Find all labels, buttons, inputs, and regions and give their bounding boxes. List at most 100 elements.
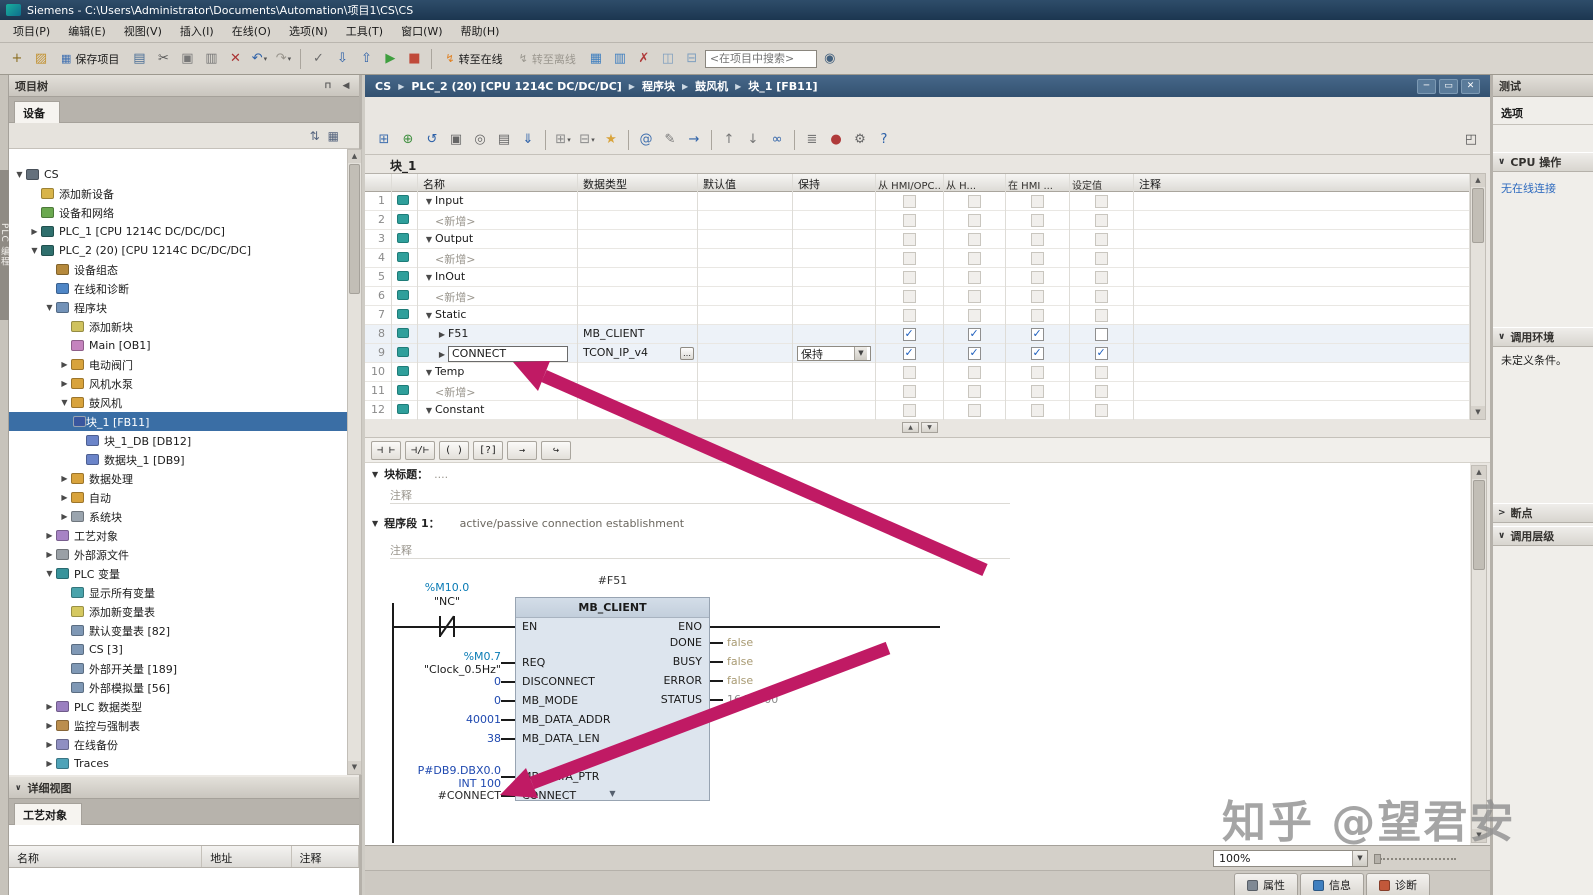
- hmi-opc-checkbox[interactable]: [902, 195, 916, 208]
- in-hmi-checkbox[interactable]: [1030, 366, 1044, 379]
- comment-cell[interactable]: [1134, 363, 1470, 382]
- interface-row-2[interactable]: 2 <新增>: [365, 211, 1470, 230]
- retain-cell[interactable]: [793, 382, 876, 401]
- interface-row-6[interactable]: 6 <新增>: [365, 287, 1470, 306]
- in-hmi-checkbox[interactable]: [1030, 346, 1044, 360]
- scroll-down-icon[interactable]: ▼: [348, 761, 361, 774]
- in-hmi-checkbox[interactable]: [1030, 404, 1044, 417]
- tree-item-cs[interactable]: ▼ CS: [9, 165, 347, 184]
- in-hmi-checkbox[interactable]: [1030, 271, 1044, 284]
- section-call-hierarchy[interactable]: ∨ 调用层级: [1493, 526, 1593, 546]
- insert-row-button[interactable]: ⊞: [373, 129, 395, 151]
- tree-item-add-new-tag-table[interactable]: 添加新变量表: [9, 602, 347, 621]
- retain-cell[interactable]: [793, 211, 876, 230]
- type-cell[interactable]: [578, 249, 698, 268]
- expander-icon[interactable]: ▶: [58, 512, 71, 521]
- snapshot-button[interactable]: ◎: [469, 129, 491, 151]
- tree-item-default-tag-table[interactable]: 默认变量表 [82]: [9, 621, 347, 640]
- scroll-down-icon[interactable]: ▼: [1472, 829, 1486, 842]
- column-header-9[interactable]: 注释: [1134, 174, 1470, 193]
- zoom-select[interactable]: 100% ▼: [1213, 850, 1368, 867]
- default-value-cell[interactable]: [698, 192, 793, 211]
- setpoint-checkbox[interactable]: [1094, 252, 1108, 265]
- type-cell[interactable]: [578, 192, 698, 211]
- comment-cell[interactable]: [1134, 211, 1470, 230]
- go-offline-button[interactable]: ↯ 转至离线: [512, 48, 583, 70]
- tree-item-block-1-fb11[interactable]: 块_1 [FB11]: [9, 412, 347, 431]
- default-value-cell[interactable]: [698, 268, 793, 287]
- copy-snapshots-button[interactable]: ▤: [493, 129, 515, 151]
- nc-contact-icon[interactable]: [453, 616, 455, 637]
- tree-item-devices-networks[interactable]: 设备和网络: [9, 203, 347, 222]
- previous-error-button[interactable]: ↑: [718, 129, 740, 151]
- expander-icon[interactable]: ▶: [43, 702, 56, 711]
- minimize-button[interactable]: ─: [1417, 78, 1436, 94]
- name-cell[interactable]: ▼ Static: [418, 306, 578, 325]
- comment-cell[interactable]: [1134, 382, 1470, 401]
- expander-icon[interactable]: ▶: [28, 227, 41, 236]
- goto-button[interactable]: →: [683, 129, 705, 151]
- tree-item-online-diagnostics[interactable]: 在线和诊断: [9, 279, 347, 298]
- interface-row-8[interactable]: 8 ▶ F51 MB_CLIENT: [365, 325, 1470, 344]
- tree-item-plc-tags[interactable]: ▼ PLC 变量: [9, 564, 347, 583]
- expander-icon[interactable]: ▼: [28, 246, 41, 255]
- detail-view-header[interactable]: ∨ 详细视图: [9, 777, 359, 799]
- close-branch-button[interactable]: ↪: [541, 440, 571, 460]
- expander-icon[interactable]: ▶: [43, 721, 56, 730]
- default-value-cell[interactable]: [698, 249, 793, 268]
- name-cell[interactable]: ▼ InOut: [418, 268, 578, 287]
- go-online-button[interactable]: ↯ 转至在线: [438, 48, 509, 70]
- section-call-environment[interactable]: ∨ 调用环境: [1493, 327, 1593, 347]
- interface-row-7[interactable]: 7 ▼ Static: [365, 306, 1470, 325]
- hmi-opc-checkbox[interactable]: [902, 385, 916, 398]
- maximize-editor-button[interactable]: ◰: [1460, 129, 1482, 151]
- column-header-4[interactable]: 保持: [793, 174, 876, 193]
- setpoint-checkbox[interactable]: [1094, 366, 1108, 379]
- tree-item-external-digital[interactable]: 外部开关量 [189]: [9, 659, 347, 678]
- operand-connect[interactable]: #CONNECT: [365, 789, 501, 802]
- hmi-opc-checkbox[interactable]: [902, 214, 916, 227]
- operand-mb-data-len[interactable]: 38: [365, 732, 501, 745]
- detail-column-3[interactable]: 注释: [292, 846, 360, 867]
- name-cell[interactable]: ▼ Input: [418, 192, 578, 211]
- cross-reference-button[interactable]: ✗: [633, 48, 655, 70]
- project-library-button[interactable]: ◉: [819, 48, 841, 70]
- name-cell[interactable]: ▶ F51: [418, 325, 578, 344]
- split-vertical-button[interactable]: ⊟: [681, 48, 703, 70]
- menu-item[interactable]: 项目(P): [4, 20, 59, 42]
- expander-icon[interactable]: ▼: [423, 406, 435, 415]
- retain-cell[interactable]: [793, 230, 876, 249]
- type-cell[interactable]: [578, 401, 698, 420]
- pin-panel-icon[interactable]: ⊓: [321, 81, 335, 91]
- default-value-cell[interactable]: [698, 230, 793, 249]
- breadcrumb-item[interactable]: 块_1 [FB11]: [748, 78, 817, 94]
- tree-item-add-new-block[interactable]: 添加新块: [9, 317, 347, 336]
- in-hmi-checkbox[interactable]: [1030, 290, 1044, 303]
- tree-item-block-1-db12[interactable]: 块_1_DB [DB12]: [9, 431, 347, 450]
- expander-icon[interactable]: ▶: [58, 379, 71, 388]
- retain-cell[interactable]: [793, 192, 876, 211]
- tree-scrollbar[interactable]: ▲ ▼: [347, 149, 362, 775]
- type-cell[interactable]: [578, 287, 698, 306]
- reset-start-values-button[interactable]: ↺: [421, 129, 443, 151]
- tree-item-technology-objects[interactable]: ▶ 工艺对象: [9, 526, 347, 545]
- nc-contact-button[interactable]: ⊣/⊢: [405, 440, 435, 460]
- save-project-button[interactable]: ▦ 保存项目: [54, 48, 126, 70]
- type-cell[interactable]: [578, 268, 698, 287]
- default-value-cell[interactable]: [698, 287, 793, 306]
- column-header-8[interactable]: 设定值: [1070, 174, 1134, 193]
- section-breakpoints[interactable]: > 断点: [1493, 503, 1593, 523]
- expander-icon[interactable]: ▶: [436, 350, 448, 359]
- diagnostics-tab[interactable]: 诊断: [1366, 873, 1430, 895]
- menu-item[interactable]: 窗口(W): [392, 20, 451, 42]
- interface-row-5[interactable]: 5 ▼ InOut: [365, 268, 1470, 287]
- download-button[interactable]: ⇩: [331, 48, 353, 70]
- name-cell[interactable]: <新增>: [418, 287, 578, 306]
- column-header-1[interactable]: 名称: [418, 174, 578, 193]
- start-search-button[interactable]: ▥: [609, 48, 631, 70]
- hmi-opc-checkbox[interactable]: [902, 290, 916, 303]
- table-splitter[interactable]: ▲ ▼: [902, 422, 938, 433]
- retain-cell[interactable]: [793, 401, 876, 420]
- expander-icon[interactable]: ▶: [436, 330, 448, 339]
- menu-item[interactable]: 视图(V): [115, 20, 171, 42]
